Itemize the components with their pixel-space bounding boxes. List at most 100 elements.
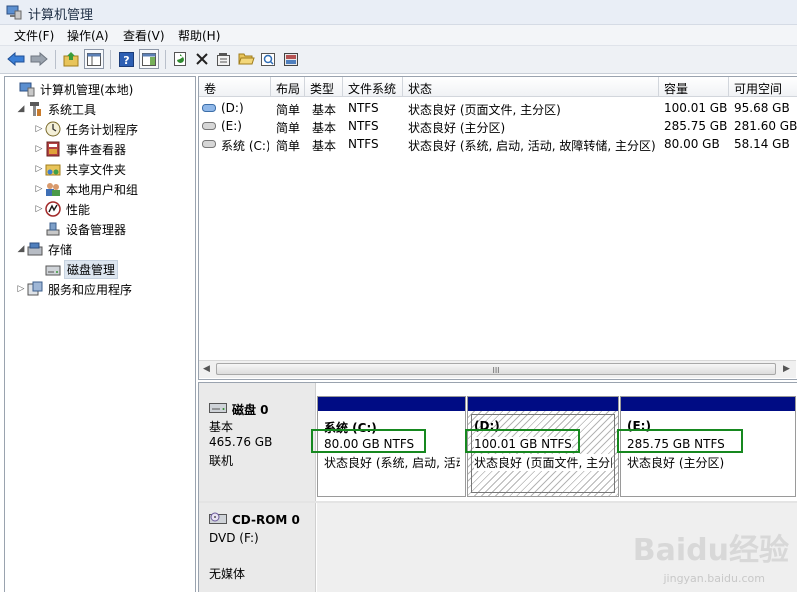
help-button[interactable]: ? xyxy=(116,49,136,69)
watermark-url: jingyan.baidu.com xyxy=(663,572,765,585)
delete-icon xyxy=(196,53,208,65)
back-button[interactable] xyxy=(6,49,26,69)
column-header-type[interactable]: 类型 xyxy=(305,77,343,97)
expand-arrow-icon[interactable]: ▷ xyxy=(33,184,45,194)
menu-bar: 文件(F) 操作(A) 查看(V) 帮助(H) xyxy=(0,25,797,46)
up-level-button[interactable] xyxy=(61,49,81,69)
tree-label: 系统工具 xyxy=(48,102,97,117)
scroll-right-icon[interactable]: ▶ xyxy=(783,364,790,374)
cell-status: 状态良好 (系统, 启动, 活动, 故障转储, 主分区) xyxy=(408,139,656,153)
cell-filesystem: NTFS xyxy=(348,101,379,115)
highlight-box-c xyxy=(311,429,426,453)
menu-file[interactable]: 文件(F) xyxy=(14,27,54,44)
cell-volume: (D:) xyxy=(221,101,244,115)
cdrom-type: DVD (F:) xyxy=(209,531,259,545)
column-header-capacity[interactable]: 容量 xyxy=(659,77,729,97)
svg-text:?: ? xyxy=(123,54,129,67)
event-viewer-icon xyxy=(46,141,60,157)
scroll-thumb[interactable]: III xyxy=(216,363,776,375)
tree-label: 计算机管理(本地) xyxy=(40,82,134,97)
tree-item-local-users[interactable]: ▷ 本地用户和组 xyxy=(33,179,140,199)
cdrom-name: CD-ROM 0 xyxy=(232,513,300,527)
column-header-filesystem[interactable]: 文件系统 xyxy=(343,77,403,97)
cell-volume: (E:) xyxy=(221,119,242,133)
menu-action[interactable]: 操作(A) xyxy=(67,27,109,44)
navigation-tree: 计算机管理(本地) ◢ 系统工具 ▷ 任务计划程序 ▷ 事件查看器 ▷ 共享文件… xyxy=(4,76,196,592)
cdrom-drive-icon xyxy=(209,512,227,524)
disk-0-label[interactable]: 磁盘 0 基本 465.76 GB 联机 xyxy=(199,383,316,501)
horizontal-scrollbar[interactable]: ◀ III ▶ xyxy=(199,360,796,378)
performance-icon xyxy=(45,201,61,217)
expand-arrow-icon[interactable]: ▷ xyxy=(33,204,45,214)
toolbar: ? xyxy=(0,46,797,74)
computer-management-icon xyxy=(19,82,35,97)
table-row[interactable]: 系统 (C:) 简单 基本 NTFS 状态良好 (系统, 启动, 活动, 故障转… xyxy=(199,135,797,153)
cell-type: 基本 xyxy=(312,103,337,117)
tree-label: 共享文件夹 xyxy=(66,162,127,177)
cell-status: 状态良好 (页面文件, 主分区) xyxy=(408,103,561,117)
partition-bar xyxy=(468,397,618,411)
tree-label: 本地用户和组 xyxy=(66,182,139,197)
expand-arrow-icon[interactable]: ▷ xyxy=(15,284,27,294)
forward-button[interactable] xyxy=(29,49,49,69)
search-icon xyxy=(261,52,275,66)
table-row[interactable]: (E:) 简单 基本 NTFS 状态良好 (主分区) 285.75 GB 281… xyxy=(199,117,797,135)
help-icon: ? xyxy=(118,51,134,67)
tree-label: 存储 xyxy=(48,242,73,257)
column-header-free-space[interactable]: 可用空间 xyxy=(729,77,797,97)
action-pane-button[interactable] xyxy=(139,49,159,69)
volume-drive-icon xyxy=(202,104,216,112)
window-title: 计算机管理 xyxy=(28,8,94,23)
search-button[interactable] xyxy=(258,49,278,69)
cell-free-space: 281.60 GB xyxy=(734,119,797,133)
tree-item-event-viewer[interactable]: ▷ 事件查看器 xyxy=(33,139,128,159)
collapse-arrow-icon[interactable]: ◢ xyxy=(15,244,27,254)
tree-item-shared-folders[interactable]: ▷ 共享文件夹 xyxy=(33,159,128,179)
show-hide-tree-icon xyxy=(87,52,101,66)
cell-layout: 简单 xyxy=(276,139,301,153)
column-header-volume[interactable]: 卷 xyxy=(199,77,271,97)
device-manager-icon xyxy=(46,222,60,236)
expand-arrow-icon[interactable]: ▷ xyxy=(33,124,45,134)
export-icon xyxy=(284,52,298,66)
table-row[interactable]: (D:) 简单 基本 NTFS 状态良好 (页面文件, 主分区) 100.01 … xyxy=(199,99,797,117)
disk-type: 基本 xyxy=(209,420,234,434)
tree-item-storage[interactable]: ◢ 存储 xyxy=(15,239,74,259)
tree-item-disk-management[interactable]: 磁盘管理 xyxy=(33,259,119,279)
cell-status: 状态良好 (主分区) xyxy=(408,121,506,135)
open-folder-icon xyxy=(237,53,255,65)
refresh-button[interactable] xyxy=(170,49,190,69)
delete-button[interactable] xyxy=(192,49,212,69)
tree-item-task-scheduler[interactable]: ▷ 任务计划程序 xyxy=(33,119,140,139)
tree-item-device-manager[interactable]: 设备管理器 xyxy=(33,219,128,239)
column-header-layout[interactable]: 布局 xyxy=(271,77,305,97)
tree-label: 设备管理器 xyxy=(66,222,127,237)
watermark-logo: Baidu经验 xyxy=(632,533,789,568)
collapse-arrow-icon[interactable]: ◢ xyxy=(15,104,27,114)
menu-view[interactable]: 查看(V) xyxy=(123,27,165,44)
scroll-left-icon[interactable]: ◀ xyxy=(203,364,210,374)
cell-type: 基本 xyxy=(312,139,337,153)
tree-label: 性能 xyxy=(66,202,91,217)
expand-arrow-icon[interactable]: ▷ xyxy=(33,144,45,154)
cell-type: 基本 xyxy=(312,121,337,135)
highlight-box-d xyxy=(465,429,580,453)
storage-icon xyxy=(27,242,43,256)
hard-disk-icon xyxy=(209,403,227,413)
tree-item-performance[interactable]: ▷ 性能 xyxy=(33,199,92,219)
cell-capacity: 80.00 GB xyxy=(664,137,720,151)
cell-free-space: 95.68 GB xyxy=(734,101,790,115)
expand-arrow-icon[interactable]: ▷ xyxy=(33,164,45,174)
cell-capacity: 100.01 GB xyxy=(664,101,728,115)
cell-capacity: 285.75 GB xyxy=(664,119,728,133)
export-button[interactable] xyxy=(281,49,301,69)
tree-item-system-tools[interactable]: ◢ 系统工具 xyxy=(15,99,98,119)
cdrom-0-label[interactable]: CD-ROM 0 DVD (F:) 无媒体 xyxy=(199,503,316,592)
properties-button[interactable] xyxy=(214,49,234,69)
show-hide-tree-button[interactable] xyxy=(84,49,104,69)
tree-item-services-apps[interactable]: ▷ 服务和应用程序 xyxy=(15,279,134,299)
open-button[interactable] xyxy=(236,49,256,69)
tree-item-computer-management[interactable]: 计算机管理(本地) xyxy=(7,79,135,99)
menu-help[interactable]: 帮助(H) xyxy=(178,27,220,44)
column-header-status[interactable]: 状态 xyxy=(403,77,659,97)
